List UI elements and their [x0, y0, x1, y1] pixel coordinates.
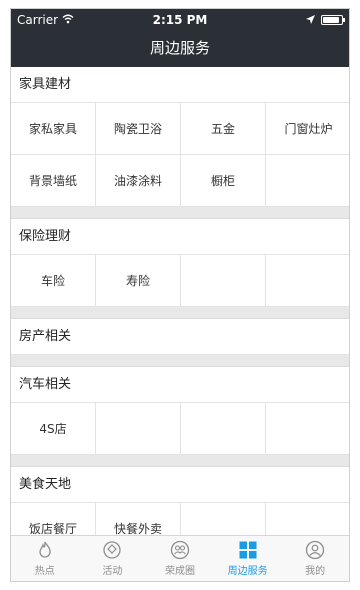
service-item[interactable]: 家私家具 [11, 103, 96, 155]
tab-hot[interactable]: 热点 [11, 536, 79, 581]
tab-label: 我的 [305, 566, 326, 577]
tab-label: 周边服务 [227, 566, 268, 577]
service-item[interactable]: 橱柜 [181, 155, 266, 207]
empty-cell [266, 403, 349, 455]
service-item[interactable]: 4S店 [11, 403, 96, 455]
user-icon [306, 540, 325, 560]
service-item[interactable]: 五金 [181, 103, 266, 155]
service-item[interactable]: 背景墙纸 [11, 155, 96, 207]
service-item[interactable]: 寿险 [96, 255, 181, 307]
tab-label: 荣成圈 [164, 566, 195, 577]
flame-icon [39, 541, 51, 558]
group-icon [170, 540, 190, 560]
tab-label: 热点 [34, 566, 55, 577]
service-item[interactable]: 油漆涂料 [96, 155, 181, 207]
section-title: 汽车相关 [11, 367, 349, 403]
tab-activity[interactable]: 活动 [79, 536, 147, 581]
section-title: 家具建材 [11, 67, 349, 103]
section-automotive: 汽车相关 4S店 [11, 367, 349, 455]
clock: 2:15 PM [152, 13, 208, 27]
service-item[interactable]: 快餐外卖 [96, 503, 181, 535]
section-title: 房产相关 [11, 319, 349, 355]
tab-label: 活动 [102, 566, 123, 577]
empty-cell [181, 503, 266, 535]
service-item[interactable]: 饭店餐厅 [11, 503, 96, 535]
tab-nearby-services[interactable]: 周边服务 [214, 536, 282, 581]
empty-cell [96, 403, 181, 455]
section-furniture: 家具建材 家私家具 陶瓷卫浴 五金 门窗灶炉 背景墙纸 油漆涂料 橱柜 [11, 67, 349, 207]
section-real-estate: 房产相关 [11, 319, 349, 355]
empty-cell [266, 503, 349, 535]
empty-cell [181, 255, 266, 307]
section-divider [11, 307, 349, 319]
section-divider [11, 455, 349, 467]
phone-screen: Carrier 2:15 PM 周边服务 家具建材 家私家具 陶瓷卫浴 五金 门… [10, 8, 350, 582]
section-title: 美食天地 [11, 467, 349, 503]
empty-cell [266, 155, 349, 207]
grid-icon [239, 541, 257, 559]
battery-icon [321, 15, 345, 25]
tab-circle[interactable]: 荣成圈 [146, 536, 214, 581]
service-item[interactable]: 车险 [11, 255, 96, 307]
service-item[interactable]: 门窗灶炉 [266, 103, 349, 155]
section-title: 保险理财 [11, 219, 349, 255]
section-food: 美食天地 饭店餐厅 快餐外卖 [11, 467, 349, 535]
tag-icon [103, 541, 122, 559]
empty-cell [266, 255, 349, 307]
nav-title: 周边服务 [11, 31, 349, 67]
section-insurance: 保险理财 车险 寿险 [11, 219, 349, 307]
tab-bar: 热点 活动 荣成圈 周边服务 我的 [11, 535, 349, 581]
service-item[interactable]: 陶瓷卫浴 [96, 103, 181, 155]
tab-mine[interactable]: 我的 [281, 536, 349, 581]
section-divider [11, 355, 349, 367]
section-divider [11, 207, 349, 219]
empty-cell [181, 403, 266, 455]
service-list[interactable]: 家具建材 家私家具 陶瓷卫浴 五金 门窗灶炉 背景墙纸 油漆涂料 橱柜 保险理财… [11, 67, 349, 535]
location-arrow-icon [306, 13, 315, 27]
status-bar: Carrier 2:15 PM [11, 9, 349, 31]
